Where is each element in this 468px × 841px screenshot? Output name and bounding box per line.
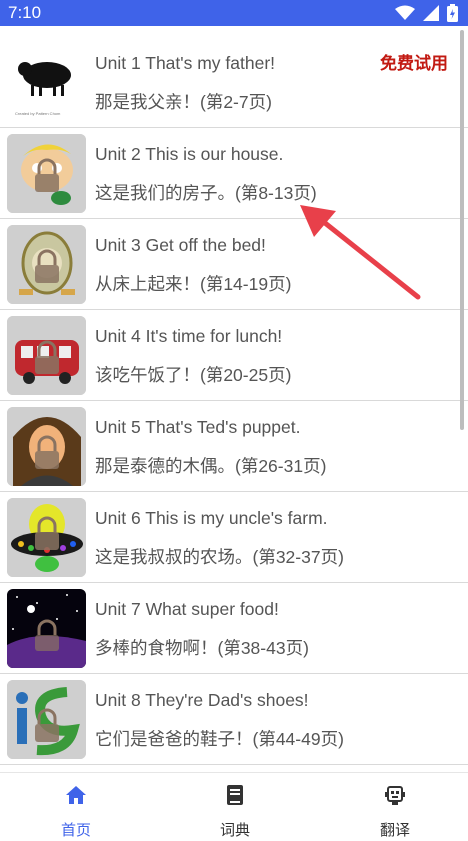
unit-title: Unit 3 Get off the bed! (95, 235, 266, 255)
unit-subtitle: 这是我叔叔的农场。(第32-37页) (95, 547, 344, 567)
unit-title: Unit 5 That's Ted's puppet. (95, 417, 301, 437)
nav-home[interactable]: 首页 (36, 773, 116, 841)
unit-row[interactable]: Unit 2 This is our house. 这是我们的房子。(第8-13… (0, 128, 468, 219)
unit-subtitle: 该吃午饭了！(第20-25页) (95, 365, 292, 385)
unit-row[interactable]: Unit 3 Get off the bed! 从床上起来！(第14-19页) (0, 219, 468, 310)
unit-title: Unit 2 This is our house. (95, 144, 284, 164)
unit-row[interactable]: Unit 8 They're Dad's shoes! 它们是爸爸的鞋子！(第4… (0, 674, 468, 765)
unit-thumbnail (7, 680, 86, 759)
nav-home-label: 首页 (60, 822, 91, 839)
nav-dictionary[interactable]: 词典 (195, 773, 275, 841)
battery-icon (447, 4, 458, 22)
unit-list: Created by Pattern Chom Unit 1 That's my… (0, 37, 468, 765)
unit-row[interactable]: Unit 6 This is my uncle's farm. 这是我叔叔的农场… (0, 492, 468, 583)
book-icon (227, 785, 243, 805)
unit-subtitle: 从床上起来！(第14-19页) (95, 274, 292, 294)
unit-subtitle: 这是我们的房子。(第8-13页) (95, 183, 317, 203)
unit-thumbnail (7, 134, 86, 213)
unit-row[interactable]: Unit 5 That's Ted's puppet. 那是泰德的木偶。(第26… (0, 401, 468, 492)
unit-title: Unit 1 That's my father! (95, 53, 276, 73)
unit-title: Unit 4 It's time for lunch! (95, 326, 283, 346)
unit-thumbnail (7, 407, 86, 486)
unit-thumbnail (7, 316, 86, 395)
unit-subtitle: 多棒的食物啊！(第38-43页) (95, 638, 309, 658)
nav-translate-label: 翻译 (379, 822, 410, 839)
unit-title: Unit 6 This is my uncle's farm. (95, 508, 328, 528)
unit-row[interactable]: Unit 7 What super food! 多棒的食物啊！(第38-43页) (0, 583, 468, 674)
signal-icon (423, 5, 439, 21)
nav-dictionary-label: 词典 (219, 822, 250, 839)
wifi-icon (395, 5, 415, 20)
home-icon (66, 786, 86, 804)
thumb-caption: Created by Pattern Chom (15, 111, 61, 116)
status-time: 7:10 (8, 3, 42, 22)
unit-title: Unit 8 They're Dad's shoes! (95, 690, 309, 710)
unit-thumbnail (7, 589, 86, 668)
unit-row[interactable]: Unit 4 It's time for lunch! 该吃午饭了！(第20-2… (0, 310, 468, 401)
status-bar: 7:10 (0, 0, 468, 26)
free-trial-badge: 免费试用 (380, 54, 448, 73)
unit-subtitle: 它们是爸爸的鞋子！(第44-49页) (95, 729, 344, 749)
unit-subtitle: 那是我父亲！(第2-7页) (95, 92, 272, 112)
unit-subtitle: 那是泰德的木偶。(第26-31页) (95, 456, 327, 476)
robot-icon (385, 786, 405, 805)
nav-translate[interactable]: 翻译 (355, 773, 435, 841)
bottom-nav: 首页 词典 翻译 (0, 772, 468, 841)
status-icons (395, 3, 458, 23)
unit-thumbnail (7, 498, 86, 577)
unit-thumbnail (7, 225, 86, 304)
unit-row[interactable]: Created by Pattern Chom Unit 1 That's my… (0, 37, 468, 128)
unit-title: Unit 7 What super food! (95, 599, 279, 619)
scrollbar[interactable] (460, 30, 464, 430)
unit-thumbnail: Created by Pattern Chom (7, 43, 86, 122)
